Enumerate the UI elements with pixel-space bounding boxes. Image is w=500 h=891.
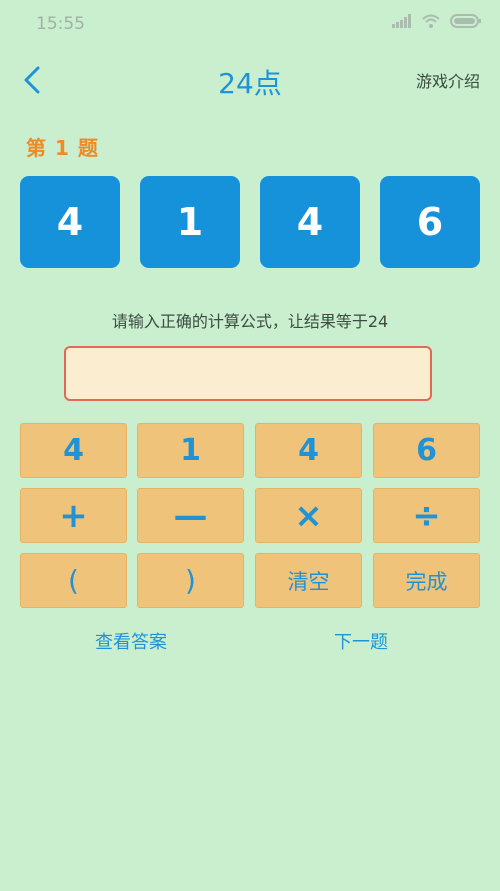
clear-button[interactable]: 清空 <box>255 553 362 608</box>
show-answer-link[interactable]: 查看答案 <box>95 628 167 654</box>
status-bar: 15:55 <box>0 0 500 48</box>
multiply-key[interactable]: × <box>255 488 362 543</box>
left-paren-key[interactable]: ( <box>20 553 127 608</box>
done-button[interactable]: 完成 <box>373 553 480 608</box>
divide-key[interactable]: ÷ <box>373 488 480 543</box>
nav-bar: 24点 游戏介绍 <box>0 52 500 108</box>
game-intro-link[interactable]: 游戏介绍 <box>416 68 480 92</box>
status-icons <box>392 14 482 28</box>
number-key[interactable]: 4 <box>20 423 127 478</box>
question-number: 第 1 题 <box>26 136 99 160</box>
number-key[interactable]: 1 <box>137 423 244 478</box>
next-question-link[interactable]: 下一题 <box>334 628 388 654</box>
number-card: 4 <box>20 176 120 268</box>
number-cards: 4 1 4 6 <box>20 176 480 268</box>
number-card: 1 <box>140 176 240 268</box>
number-card: 6 <box>380 176 480 268</box>
number-card: 4 <box>260 176 360 268</box>
formula-input[interactable] <box>64 346 432 401</box>
battery-icon <box>450 14 481 28</box>
plus-key[interactable]: + <box>20 488 127 543</box>
signal-icon <box>392 14 411 28</box>
number-key[interactable]: 6 <box>373 423 480 478</box>
status-time: 15:55 <box>36 14 85 34</box>
instruction-text: 请输入正确的计算公式，让结果等于24 <box>111 312 389 331</box>
number-key[interactable]: 4 <box>255 423 362 478</box>
wifi-icon <box>422 14 440 28</box>
minus-key[interactable]: — <box>137 488 244 543</box>
right-paren-key[interactable]: ) <box>137 553 244 608</box>
